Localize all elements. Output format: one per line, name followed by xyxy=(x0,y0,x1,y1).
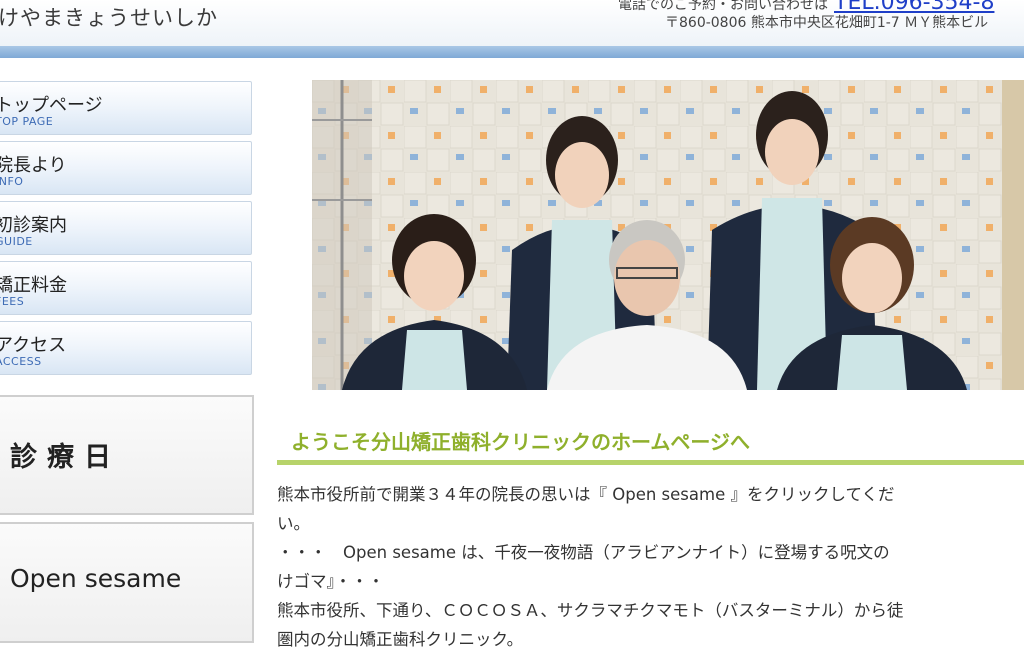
intro-line: ・・・ Open sesame は、千夜一夜物語（アラビアンナイト）に登場する呪… xyxy=(277,543,890,562)
sidebar-nav: トップページ TOP PAGE 院長より INFO 初診案内 GUIDE 矯正料… xyxy=(0,81,254,381)
nav-sublabel: ACCESS xyxy=(0,355,42,368)
schedule-banner-label: 診療日 xyxy=(10,442,121,473)
nav-label: 院長より xyxy=(0,155,67,176)
header-divider-bar xyxy=(0,46,1024,58)
open-sesame-banner-label: Open sesame xyxy=(10,564,182,593)
sidebar-item-access[interactable]: アクセス ACCESS xyxy=(0,321,252,375)
welcome-heading: ようこそ分山矯正歯科クリニックのホームページへ xyxy=(277,420,1024,465)
nav-label: トップページ xyxy=(0,95,103,116)
site-header: けやまきょうせいしか 電話でのご予約・お問い合わせは TEL.096-354-8 … xyxy=(0,0,1024,46)
sidebar-item-info[interactable]: 院長より INFO xyxy=(0,141,252,195)
open-sesame-banner[interactable]: Open sesame xyxy=(0,522,254,643)
nav-label: 矯正料金 xyxy=(0,275,67,296)
clinic-address: 〒860-0806 熊本市中央区花畑町1-7 ＭＹ熊本ビル xyxy=(665,15,989,31)
nav-sublabel: FEES xyxy=(0,295,25,308)
nav-label: アクセス xyxy=(0,335,67,356)
sidebar-item-top[interactable]: トップページ TOP PAGE xyxy=(0,81,252,135)
intro-line: 圏内の分山矯正歯科クリニック。 xyxy=(277,630,524,649)
site-logo[interactable]: けやまきょうせいしか xyxy=(0,2,218,32)
intro-line: けゴマ』・・・ xyxy=(277,572,385,591)
sidebar-item-fees[interactable]: 矯正料金 FEES xyxy=(0,261,252,315)
staff-photo-illustration xyxy=(312,80,1024,390)
nav-sublabel: INFO xyxy=(0,175,24,188)
intro-line: 熊本市役所、下通り、ＣＯＣＯＳＡ、サクラマチクマモト（バスターミナル）から徒 xyxy=(277,601,904,620)
intro-line: 熊本市役所前で開業３４年の院長の思いは『 Open sesame 』をクリックし… xyxy=(277,485,895,504)
nav-sublabel: TOP PAGE xyxy=(0,115,54,128)
schedule-banner[interactable]: 診療日 xyxy=(0,395,254,515)
intro-text: 熊本市役所前で開業３４年の院長の思いは『 Open sesame 』をクリックし… xyxy=(277,480,1024,654)
welcome-title: ようこそ分山矯正歯科クリニックのホームページへ xyxy=(291,430,750,454)
sidebar-item-guide[interactable]: 初診案内 GUIDE xyxy=(0,201,252,255)
nav-sublabel: GUIDE xyxy=(0,235,33,248)
nav-label: 初診案内 xyxy=(0,215,67,236)
intro-line: い。 xyxy=(277,514,310,533)
staff-photo xyxy=(312,80,1024,390)
